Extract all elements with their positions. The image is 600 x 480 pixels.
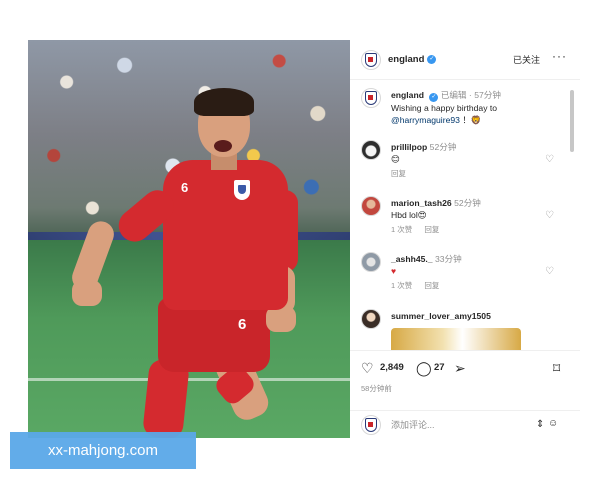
comment-text: ♥	[391, 266, 397, 276]
add-comment-bar: 添加评论... ⇕ ☺	[350, 410, 580, 438]
comment-likes[interactable]: 1 次赞	[391, 281, 412, 290]
shorts-number: 6	[238, 316, 247, 333]
comments-scrollbar[interactable]	[570, 90, 574, 152]
more-options-icon[interactable]: ···	[552, 49, 567, 63]
avatar[interactable]	[361, 196, 381, 216]
like-heart-icon[interactable]: ♡	[361, 360, 374, 377]
caption-username[interactable]: england	[391, 90, 424, 100]
comment-username[interactable]: marion_tash26	[391, 198, 452, 208]
avatar[interactable]	[361, 88, 381, 108]
comment-likes[interactable]: 1 次赞	[391, 225, 412, 234]
comment-image-preview	[391, 328, 521, 350]
comment-bubble-icon[interactable]: ◯	[416, 360, 432, 377]
comment-username[interactable]: prillilpop	[391, 142, 427, 152]
verified-badge-icon: ✓	[429, 93, 439, 102]
avatar[interactable]	[361, 140, 381, 160]
like-comment-icon[interactable]: ♡	[545, 154, 554, 165]
watermark: xx-mahjong.com	[10, 432, 196, 469]
verified-badge-icon: ✓	[427, 55, 437, 64]
player-mouth	[214, 140, 232, 152]
avatar[interactable]	[361, 309, 381, 329]
avatar[interactable]	[361, 49, 381, 70]
add-comment-input[interactable]: 添加评论...	[391, 418, 435, 431]
comment-time: 52分钟	[429, 142, 457, 152]
comments-list: england ✓ 已编辑 · 57分钟 Wishing a happy bir…	[350, 80, 570, 350]
caption-suffix: ！🦁	[462, 115, 482, 125]
gif-sticker-icon[interactable]: ⇕	[536, 419, 544, 430]
avatar	[361, 414, 381, 435]
caption-mention[interactable]: @harrymaguire93	[391, 115, 460, 125]
save-bookmark-icon[interactable]: ⌑	[553, 360, 560, 377]
comment-time: 52分钟	[454, 198, 481, 208]
caption-time: 57分钟	[474, 90, 501, 100]
post-image[interactable]: 6 6 › 👤	[28, 40, 350, 438]
post-panel: england ✓ 已关注 ··· england ✓ 已编辑 · 57分钟 W…	[350, 40, 580, 438]
action-bar: ♡ 2,849 ◯ 27 ➢ ⌑ 58分钟前	[350, 350, 580, 410]
comment-text: 😊	[391, 154, 400, 164]
reply-button[interactable]: 回复	[424, 225, 439, 234]
following-button[interactable]: 已关注	[513, 53, 540, 66]
share-send-icon[interactable]: ➢	[454, 360, 466, 377]
like-comment-icon[interactable]: ♡	[545, 266, 554, 277]
emoji-icon[interactable]: ☺	[548, 418, 558, 429]
comment-username[interactable]: _ashh45._	[391, 254, 433, 264]
three-lions-crest-icon	[234, 180, 250, 200]
comments-count[interactable]: 27	[434, 362, 445, 373]
reply-button[interactable]: 回复	[424, 281, 439, 290]
post-time: 58分钟前	[361, 384, 392, 393]
jersey-number: 6	[181, 180, 189, 195]
like-comment-icon[interactable]: ♡	[545, 210, 554, 221]
player-hair	[194, 88, 254, 116]
likes-count[interactable]: 2,849	[380, 362, 404, 373]
reply-button[interactable]: 回复	[391, 169, 406, 178]
caption-text: Wishing a happy birthday to	[391, 103, 498, 113]
player-fist	[72, 280, 102, 306]
edited-label: 已编辑	[440, 90, 467, 100]
comment-username[interactable]: summer_lover_amy1505	[391, 311, 491, 321]
comment-time: 33分钟	[434, 254, 462, 264]
avatar[interactable]	[361, 252, 381, 272]
post-header: england ✓ 已关注 ···	[350, 40, 580, 80]
header-username[interactable]: england	[388, 54, 424, 65]
comment-text: Hbd lol😍	[391, 210, 427, 220]
player-figure: 6 6	[28, 40, 350, 438]
